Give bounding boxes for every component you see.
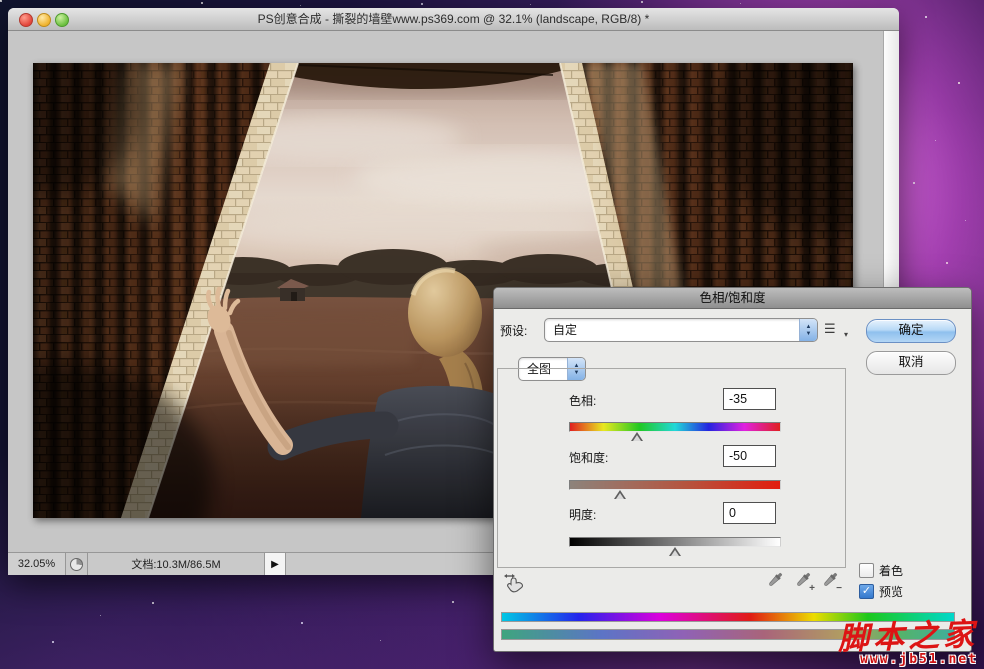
saturation-value-input[interactable]: [723, 445, 776, 467]
lightness-slider[interactable]: [569, 537, 781, 559]
colorize-checkbox[interactable]: [859, 563, 874, 578]
zoom-button[interactable]: [55, 13, 69, 27]
ok-button[interactable]: 确定: [866, 319, 956, 343]
saturation-label: 饱和度:: [569, 451, 609, 465]
hue-slider-track[interactable]: [569, 422, 781, 432]
saturation-slider-pointer[interactable]: [613, 490, 626, 499]
preset-dropdown[interactable]: 自定 ▲ ▼: [544, 318, 818, 342]
preview-label: 预览: [879, 585, 904, 599]
status-clock-icon: [70, 557, 83, 571]
starfield-small: [0, 0, 1, 1]
preview-checkbox[interactable]: ✓: [859, 584, 874, 599]
scrubby-hand-icon[interactable]: [502, 570, 526, 597]
preview-row: ✓ 预览: [859, 583, 903, 600]
list-icon: ☰: [824, 321, 836, 336]
eyedropper-plus-icon[interactable]: +: [794, 570, 815, 594]
zoom-level-field[interactable]: 32.05%: [8, 553, 66, 575]
status-expander-button[interactable]: ▶: [265, 553, 286, 575]
eyedropper-minus-icon[interactable]: −: [821, 570, 842, 594]
close-button[interactable]: [19, 13, 33, 27]
saturation-slider-track[interactable]: [569, 480, 781, 490]
document-info[interactable]: 文档:10.3M/86.5M: [88, 553, 265, 575]
stepper-icon: ▲ ▼: [799, 319, 817, 341]
preset-label: 预设:: [500, 324, 528, 338]
window-titlebar[interactable]: PS创意合成 - 撕裂的墙壁www.ps369.com @ 32.1% (lan…: [8, 8, 899, 31]
lightness-label: 明度:: [569, 508, 597, 522]
lightness-slider-pointer[interactable]: [669, 547, 681, 556]
lightness-slider-track[interactable]: [569, 537, 781, 547]
colorize-label: 着色: [879, 564, 904, 578]
window-title: PS创意合成 - 撕裂的墙壁www.ps369.com @ 32.1% (lan…: [257, 12, 650, 26]
status-icon-segment: [66, 553, 88, 575]
plus-glyph: +: [809, 583, 815, 594]
minus-glyph: −: [836, 583, 842, 594]
lightness-value-input[interactable]: [723, 502, 776, 524]
caret-down-icon: ▾: [843, 330, 848, 339]
eyedropper-icon[interactable]: [766, 570, 786, 592]
watermark: 脚本之家 www.jb51.net: [837, 616, 979, 667]
hue-value-input[interactable]: [723, 388, 776, 410]
dialog-title[interactable]: 色相/饱和度: [494, 288, 971, 309]
preset-options-button[interactable]: ☰ ▾: [824, 321, 848, 339]
hue-label: 色相:: [569, 394, 597, 408]
hue-slider-pointer[interactable]: [630, 432, 643, 441]
colorize-row: 着色: [859, 562, 903, 579]
expander-arrow-icon: ▶: [271, 558, 279, 570]
hue-saturation-dialog: 色相/饱和度 预设: 自定 ▲ ▼ ☰ ▾ 确定 取消 全图 ▲ ▼ 色相: 饱…: [493, 287, 972, 652]
saturation-slider[interactable]: [569, 480, 781, 502]
cancel-button[interactable]: 取消: [866, 351, 956, 375]
hue-slider[interactable]: [569, 422, 781, 444]
watermark-name: 脚本之家: [837, 616, 979, 658]
minimize-button[interactable]: [37, 13, 51, 27]
preset-value: 自定: [553, 323, 578, 337]
